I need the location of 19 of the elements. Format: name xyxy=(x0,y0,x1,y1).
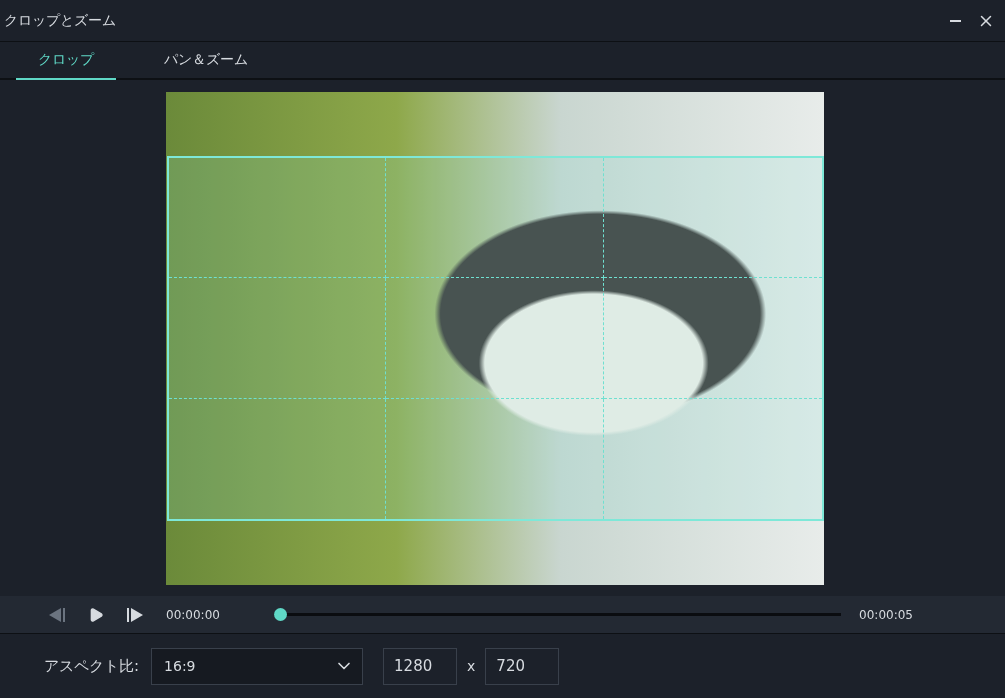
tab[interactable]: パン＆ズーム xyxy=(156,42,256,80)
height-field[interactable]: 720 xyxy=(485,647,560,685)
width-field[interactable]: 1280 xyxy=(383,647,458,685)
total-time: 00:00:05 xyxy=(859,607,913,622)
aspect-ratio-label: アスペクト比: xyxy=(44,656,140,676)
times-sign: x xyxy=(467,658,476,674)
play-button[interactable] xyxy=(88,606,104,623)
previous-frame-button[interactable] xyxy=(48,606,66,623)
tab[interactable]: クロップ xyxy=(16,42,116,80)
aspect-ratio-dropdown[interactable]: 16:9 xyxy=(151,647,364,685)
minimize-icon xyxy=(950,19,961,22)
crop-frame[interactable] xyxy=(166,156,824,521)
step-back-icon xyxy=(48,606,66,623)
next-frame-button[interactable] xyxy=(126,606,144,623)
current-time: 00:00:00 xyxy=(166,607,220,622)
play-icon xyxy=(88,606,104,623)
window-title: クロップとズーム xyxy=(4,11,117,30)
progress-thumb[interactable] xyxy=(273,608,287,621)
step-forward-icon xyxy=(126,606,144,623)
